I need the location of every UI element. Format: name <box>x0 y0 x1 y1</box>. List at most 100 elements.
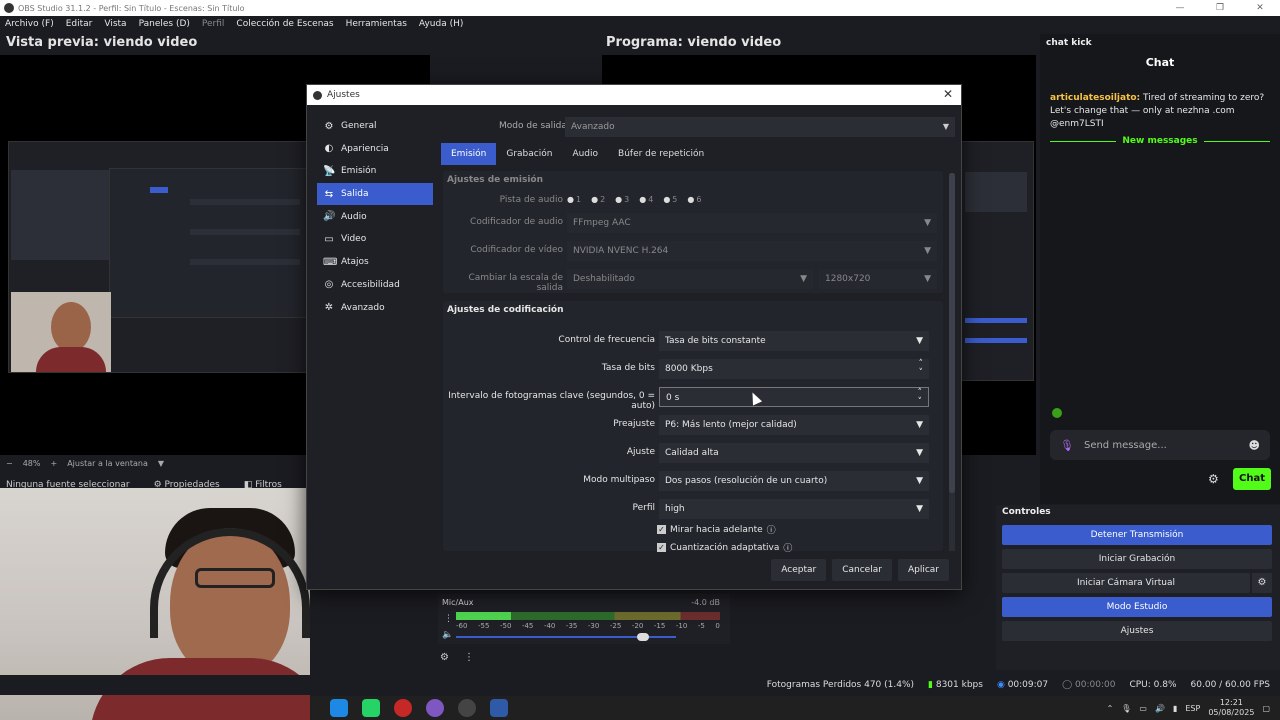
fit-to-window-select[interactable]: Ajustar a la ventana <box>67 459 148 468</box>
close-window-button[interactable]: ✕ <box>1240 0 1280 16</box>
help-icon[interactable]: ⓘ <box>767 523 776 536</box>
maximize-button[interactable]: ❐ <box>1200 0 1240 16</box>
app-icon-edge[interactable] <box>330 699 348 717</box>
audio-track-radio[interactable]: 3 <box>615 195 629 204</box>
microphone-tray-icon[interactable]: 🎙 <box>1121 704 1131 713</box>
adaptive-quant-checkbox[interactable]: ✓ Cuantización adaptativa ⓘ <box>657 541 792 554</box>
multipass-select[interactable]: Dos pasos (resolución de un cuarto) ▼ <box>659 471 929 491</box>
volume-slider-handle[interactable] <box>637 633 649 641</box>
bitrate-spinbox[interactable]: 8000 Kbps ˄ ˅ <box>659 359 929 379</box>
system-tray: ⌃ 🎙 ▭ 🔊 ▮ ESP 12:21 05/08/2025 ▢ <box>1107 696 1270 720</box>
checkbox-checked-icon[interactable]: ✓ <box>657 525 666 534</box>
notifications-icon[interactable]: ▢ <box>1262 704 1270 713</box>
settings-nav-item-general[interactable]: ⚙ General <box>317 115 433 137</box>
resolution-select[interactable]: 1280x720 ▼ <box>819 269 937 289</box>
audio-track-radio[interactable]: 4 <box>639 195 653 204</box>
settings-nav-item-emisión[interactable]: 📡 Emisión <box>317 160 433 182</box>
app-icon-browser[interactable] <box>426 699 444 717</box>
tab-0[interactable]: Emisión <box>441 143 497 165</box>
bitrate-label: Tasa de bits <box>601 363 655 373</box>
speaker-icon[interactable]: 🔈 <box>442 630 453 640</box>
preset-row: Preajuste P6: Más lento (mejor calidad) ▼ <box>443 415 939 435</box>
apply-button[interactable]: Aplicar <box>897 559 949 581</box>
chat-settings-gear-icon[interactable]: ⚙ <box>1208 472 1219 486</box>
new-messages-divider[interactable]: New messages <box>1050 136 1271 146</box>
meter-tick-label: -20 <box>631 622 644 630</box>
mixer-more-icon[interactable]: ⋮ <box>464 652 474 663</box>
zoom-in-button[interactable]: + <box>50 459 57 468</box>
keyframe-spinbox[interactable]: 0 s ˄ ˅ <box>659 387 929 407</box>
audio-encoder-row: Codificador de audio FFmpeg AAC ▼ <box>443 213 939 233</box>
menu-perfil[interactable]: Perfil <box>202 19 225 29</box>
start-recording-button[interactable]: Iniciar Grabación <box>1002 549 1272 569</box>
settings-scrollbar-thumb[interactable] <box>949 173 955 493</box>
chevron-down-icon[interactable]: ▼ <box>158 459 164 468</box>
settings-nav-item-avanzado[interactable]: ✲ Avanzado <box>317 297 433 319</box>
microphone-icon[interactable]: 🎙 <box>1060 439 1074 452</box>
audio-encoder-select[interactable]: FFmpeg AAC ▼ <box>567 213 937 233</box>
preset-select[interactable]: P6: Más lento (mejor calidad) ▼ <box>659 415 929 435</box>
menu-vista[interactable]: Vista <box>104 19 126 29</box>
mixer-menu-icon[interactable]: ⋮ <box>444 614 453 624</box>
menu-editar[interactable]: Editar <box>66 19 93 29</box>
tab-1[interactable]: Grabación <box>496 143 562 165</box>
settings-nav-item-audio[interactable]: 🔊 Audio <box>317 206 433 228</box>
tuning-select[interactable]: Calidad alta ▼ <box>659 443 929 463</box>
chat-message-user[interactable]: articulatesoiljato: <box>1050 93 1140 103</box>
zoom-out-button[interactable]: − <box>6 459 13 468</box>
menu-ayuda[interactable]: Ayuda (H) <box>419 19 463 29</box>
audio-track-radio[interactable]: 5 <box>663 195 677 204</box>
emoji-icon[interactable]: ☻ <box>1249 439 1260 452</box>
app-icon-obs[interactable] <box>458 699 476 717</box>
checkbox-checked-icon[interactable]: ✓ <box>657 543 666 552</box>
stop-streaming-button[interactable]: Detener Transmisión <box>1002 525 1272 545</box>
chevron-up-icon[interactable]: ⌃ <box>1107 704 1114 713</box>
help-icon[interactable]: ⓘ <box>783 541 792 554</box>
close-icon[interactable]: ✕ <box>943 87 953 101</box>
output-mode-select[interactable]: Avanzado ▼ <box>565 117 955 137</box>
video-encoder-select[interactable]: NVIDIA NVENC H.264 ▼ <box>567 241 937 261</box>
minimize-button[interactable]: — <box>1160 0 1200 16</box>
menu-archivo[interactable]: Archivo (F) <box>5 19 54 29</box>
menu-herramientas[interactable]: Herramientas <box>346 19 407 29</box>
settings-nav-item-video[interactable]: ▭ Video <box>317 228 433 250</box>
app-icon-red[interactable] <box>394 699 412 717</box>
chat-send-button[interactable]: Chat <box>1233 468 1271 490</box>
settings-button[interactable]: Ajustes <box>1002 621 1272 641</box>
app-icon-calculator[interactable] <box>490 699 508 717</box>
mixer-settings-gear-icon[interactable]: ⚙ <box>440 652 449 663</box>
studio-mode-button[interactable]: Modo Estudio <box>1002 597 1272 617</box>
rescale-select[interactable]: Deshabilitado ▼ <box>567 269 813 289</box>
tab-2[interactable]: Audio <box>562 143 608 165</box>
audio-track-radio[interactable]: 6 <box>687 195 701 204</box>
accept-button[interactable]: Aceptar <box>771 559 827 581</box>
app-icon-whatsapp[interactable] <box>362 699 380 717</box>
menu-paneles[interactable]: Paneles (D) <box>139 19 190 29</box>
settings-nav-item-salida[interactable]: ⇆ Salida <box>317 183 433 206</box>
settings-nav-item-accesibilidad[interactable]: ◎ Accesibilidad <box>317 274 433 296</box>
output-settings-scroll[interactable]: Ajustes de emisión Pista de audio 1 2 3 4 5 6… <box>441 169 957 555</box>
audio-track-radio[interactable]: 2 <box>591 195 605 204</box>
rate-control-select[interactable]: Tasa de bits constante ▼ <box>659 331 929 351</box>
profile-select[interactable]: high ▼ <box>659 499 929 519</box>
bitrate-row: Tasa de bits 8000 Kbps ˄ ˅ <box>443 359 939 379</box>
language-indicator[interactable]: ESP <box>1185 704 1200 713</box>
lookahead-checkbox[interactable]: ✓ Mirar hacia adelante ⓘ <box>657 523 776 536</box>
chevron-down-icon: ▼ <box>924 218 931 228</box>
virtual-camera-gear-icon[interactable]: ⚙ <box>1252 573 1272 593</box>
clock[interactable]: 12:21 05/08/2025 <box>1208 698 1254 718</box>
audio-track-radio[interactable]: 1 <box>567 195 581 204</box>
chat-input[interactable]: 🎙 Send message... ☻ <box>1050 430 1270 460</box>
network-icon[interactable]: ▭ <box>1139 704 1147 713</box>
settings-nav-item-apariencia[interactable]: ◐ Apariencia <box>317 138 433 160</box>
meter-tick-label: -55 <box>477 622 490 630</box>
start-virtual-camera-button[interactable]: Iniciar Cámara Virtual <box>1002 573 1250 593</box>
settings-nav-item-atajos[interactable]: ⌨ Atajos <box>317 251 433 273</box>
menu-coleccion-escenas[interactable]: Colección de Escenas <box>236 19 333 29</box>
volume-icon[interactable]: 🔊 <box>1155 704 1165 713</box>
meter-tick-label: -40 <box>543 622 556 630</box>
tab-3[interactable]: Búfer de repetición <box>608 143 714 165</box>
cancel-button[interactable]: Cancelar <box>832 559 892 581</box>
battery-icon[interactable]: ▮ <box>1173 704 1177 713</box>
settings-scrollbar[interactable] <box>949 173 955 551</box>
